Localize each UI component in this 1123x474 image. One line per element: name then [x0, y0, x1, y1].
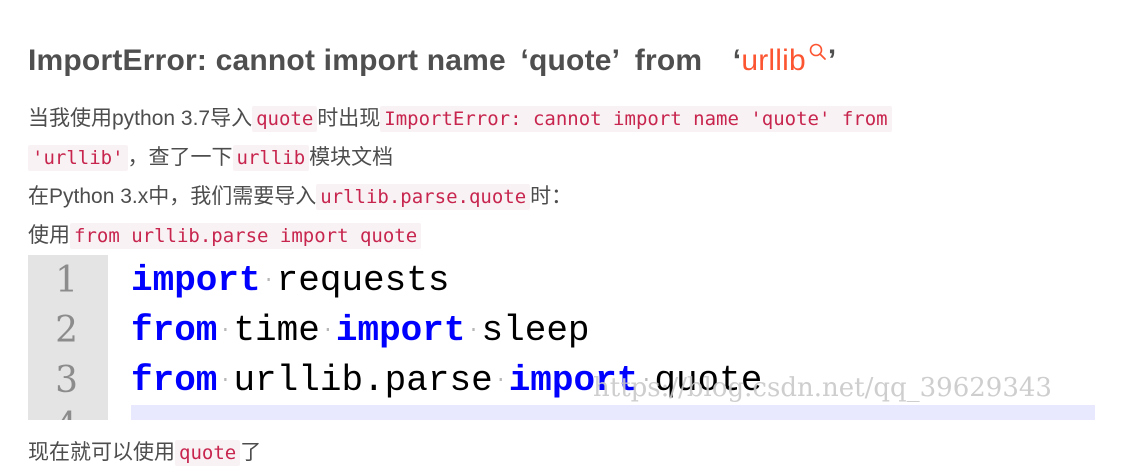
- title-close-quote: ’: [827, 44, 837, 77]
- keyword-link-label: urllib: [741, 44, 806, 77]
- text: 模块文档: [309, 146, 394, 169]
- text: ，查了一下: [127, 146, 233, 169]
- title-from: from: [634, 44, 703, 77]
- title-quoted-name: ‘quote’: [520, 44, 621, 77]
- line-number: 4: [55, 406, 78, 420]
- paragraph-1: 当我使用python 3.7导入 quote 时出现 ImportError: can…: [28, 100, 892, 138]
- line-number: 1: [55, 260, 78, 301]
- page-title: ImportError: cannot import name ‘quote’ …: [28, 43, 837, 78]
- current-line-highlight: [131, 405, 1095, 420]
- inline-code: from urllib.parse import quote: [70, 223, 422, 249]
- paragraph-2: 'urllib' ，查了一下 urllib 模块文档: [28, 139, 393, 177]
- code-text: urllib.parse: [233, 360, 493, 401]
- line-number: 2: [55, 310, 78, 351]
- code-line-1: import ·requests: [131, 260, 450, 301]
- code-keyword: from: [131, 360, 218, 401]
- text: 了: [240, 441, 262, 464]
- inline-code: ImportError: cannot import name 'quote' …: [380, 106, 892, 132]
- code-keyword: import: [131, 260, 261, 301]
- inline-code: quote: [175, 440, 241, 466]
- code-text: requests: [276, 260, 450, 301]
- code-text: time: [233, 310, 320, 351]
- text: 当我使用python 3.7导入: [28, 107, 253, 130]
- text: 时出现: [317, 107, 381, 130]
- title-text: ImportError: cannot import name: [28, 44, 506, 77]
- line-number: 3: [55, 360, 78, 401]
- paragraph-5: 现在就可以使用 quote 了: [28, 434, 261, 472]
- paragraph-4: 使用 from urllib.parse import quote: [28, 217, 422, 255]
- code-line-2: from ·time ·import ·sleep: [131, 310, 590, 351]
- code-screenshot: 1 2 3 4 import·requests from·time·import…: [28, 255, 1095, 420]
- code-keyword: from: [131, 310, 218, 351]
- code-text: sleep: [481, 310, 590, 351]
- text: 使用: [28, 224, 70, 247]
- keyword-link-urllib[interactable]: urllib: [741, 43, 828, 77]
- text: 时：: [530, 185, 573, 208]
- text: 在Python 3.x中，我们需要导入: [28, 185, 317, 208]
- inline-code: urllib: [232, 145, 310, 171]
- text: 现在就可以使用: [28, 441, 175, 464]
- inline-code: urllib.parse.quote: [316, 184, 531, 210]
- inline-code: quote: [252, 106, 318, 132]
- watermark: https://blog.csdn.net/qq_39629343: [593, 373, 1052, 403]
- search-icon: [809, 43, 826, 60]
- code-keyword: import: [335, 310, 466, 351]
- paragraph-3: 在Python 3.x中，我们需要导入 urllib.parse.quote 时：: [28, 178, 572, 216]
- line-number-gutter: 1 2 3 4: [28, 255, 108, 420]
- inline-code: 'urllib': [28, 145, 128, 171]
